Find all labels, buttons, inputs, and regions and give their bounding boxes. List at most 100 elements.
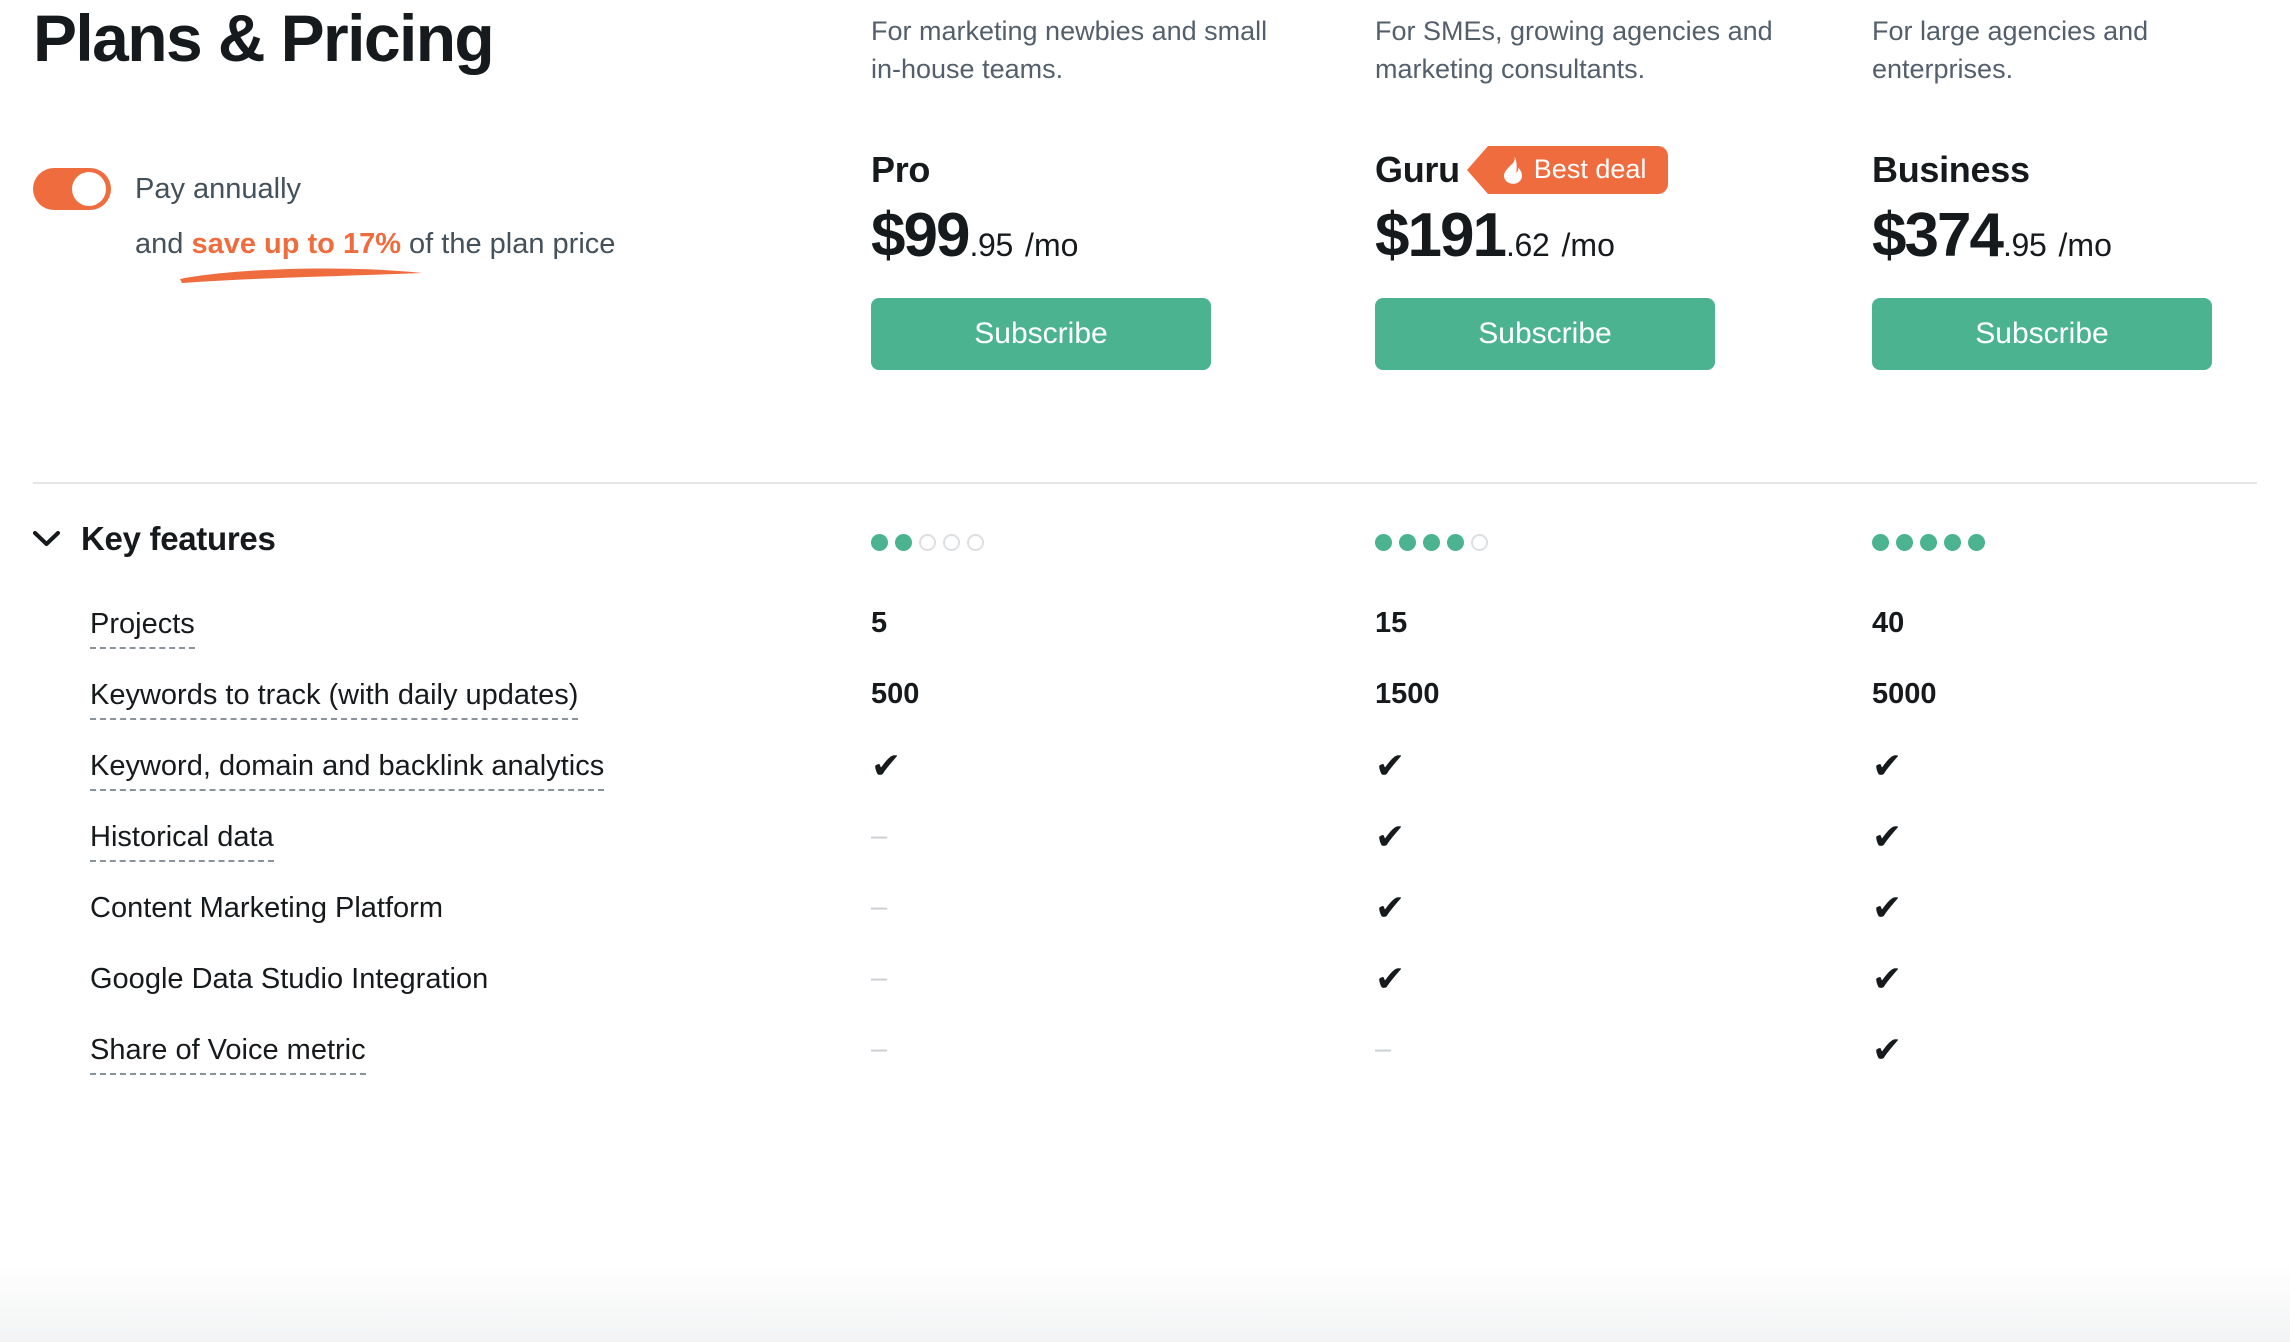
savings-note-prefix: and <box>135 228 192 260</box>
feature-value: 5 <box>871 607 888 639</box>
plan-description: For SMEs, growing agencies and marketing… <box>1375 16 1773 85</box>
plan-name: Pro <box>871 148 931 190</box>
key-features-header: Key features <box>0 500 2290 606</box>
billing-toggle-row: Pay annually <box>33 166 733 212</box>
plan-rating-dots-business <box>1872 534 1985 551</box>
rating-dot-filled <box>1944 534 1961 551</box>
savings-note: and save up to 17% of the plan price <box>135 226 733 283</box>
check-icon: ✔ <box>1872 958 1903 999</box>
feature-label[interactable]: Keyword, domain and backlink analytics <box>90 748 605 792</box>
features-table: Key features Projects 5 15 40 Keywords to tr… <box>0 500 2290 1103</box>
plan-rating-dots-guru <box>1375 534 1488 551</box>
check-icon: ✔ <box>1375 887 1406 928</box>
chevron-down-icon <box>33 530 60 546</box>
rating-dot-filled <box>1447 534 1464 551</box>
rating-dot-empty <box>1471 534 1488 551</box>
dash-icon: – <box>871 891 888 923</box>
key-features-toggle[interactable]: Key features <box>33 520 276 558</box>
best-deal-label: Best deal <box>1533 154 1647 185</box>
check-icon: ✔ <box>871 745 902 786</box>
section-divider <box>33 482 2257 484</box>
plan-name: Business <box>1872 148 2030 190</box>
billing-toggle-block: Pay annually and save up to 17% of the p… <box>33 166 733 283</box>
rating-dot-empty <box>943 534 960 551</box>
check-icon: ✔ <box>1375 816 1406 857</box>
feature-row: Google Data Studio Integration – ✔ ✔ <box>0 961 2290 1032</box>
plan-name-row: Pro <box>871 147 1301 193</box>
feature-row: Content Marketing Platform – ✔ ✔ <box>0 890 2290 961</box>
rating-dot-empty <box>967 534 984 551</box>
pay-annually-label: Pay annually <box>135 172 302 205</box>
swoosh-underline-icon <box>180 268 422 283</box>
feature-value: 1500 <box>1375 678 1440 710</box>
check-icon: ✔ <box>1375 745 1406 786</box>
rating-dot-filled <box>1375 534 1392 551</box>
rating-dot-filled <box>1920 534 1937 551</box>
plan-description: For large agencies and enterprises. <box>1872 16 2149 85</box>
plan-name-row: Business <box>1872 147 2290 193</box>
price-amount: $374 <box>1872 200 2004 270</box>
plan-description: For marketing newbies and small in-house… <box>871 16 1268 85</box>
pricing-header-section: Plans & Pricing Pay annually and save up… <box>0 0 2290 482</box>
rating-dot-empty <box>919 534 936 551</box>
best-deal-badge: Best deal <box>1466 145 1669 194</box>
plan-name-row: Guru Best deal <box>1375 145 1805 194</box>
rating-dot-filled <box>1968 534 1985 551</box>
check-icon: ✔ <box>1872 1029 1903 1070</box>
feature-row: Projects 5 15 40 <box>0 606 2290 677</box>
plan-price: $99 .95 /mo <box>871 200 1301 270</box>
subscribe-button-business[interactable]: Subscribe <box>1872 297 2212 370</box>
check-icon: ✔ <box>1872 887 1903 928</box>
dash-icon: – <box>1375 1033 1392 1065</box>
price-amount: $191 <box>1375 200 1507 270</box>
price-period: /mo <box>1561 226 1615 263</box>
rating-dot-filled <box>1872 534 1889 551</box>
plan-price: $191 .62 /mo <box>1375 200 1805 270</box>
plan-rating-dots-pro <box>871 534 984 551</box>
plan-column-guru: For SMEs, growing agencies and marketing… <box>1375 0 1805 370</box>
plan-column-pro: For marketing newbies and small in-house… <box>871 0 1301 370</box>
feature-value: 5000 <box>1872 678 1937 710</box>
price-period: /mo <box>1025 226 1079 263</box>
check-icon: ✔ <box>1872 745 1903 786</box>
price-amount: $99 <box>871 200 970 270</box>
check-icon: ✔ <box>1872 816 1903 857</box>
savings-percent: save up to 17% <box>191 228 401 260</box>
feature-row: Keyword, domain and backlink analytics ✔ ✔… <box>0 748 2290 819</box>
plan-name: Guru <box>1375 148 1460 190</box>
bottom-fade <box>0 1264 2290 1342</box>
page-title: Plans & Pricing <box>33 1 495 75</box>
toggle-knob <box>72 172 106 206</box>
price-cents: .95 <box>969 226 1014 263</box>
feature-value: 40 <box>1872 607 1905 639</box>
rating-dot-filled <box>895 534 912 551</box>
pricing-page: Plans & Pricing Pay annually and save up… <box>0 0 2290 1342</box>
feature-label[interactable]: Projects <box>90 606 195 650</box>
feature-row: Share of Voice metric – – ✔ <box>0 1032 2290 1103</box>
feature-row: Keywords to track (with daily updates) 50… <box>0 677 2290 748</box>
dash-icon: – <box>871 1033 888 1065</box>
feature-row: Historical data – ✔ ✔ <box>0 819 2290 890</box>
feature-label[interactable]: Share of Voice metric <box>90 1032 366 1076</box>
feature-value: 15 <box>1375 607 1408 639</box>
subscribe-button-guru[interactable]: Subscribe <box>1375 297 1715 370</box>
feature-label[interactable]: Historical data <box>90 819 274 863</box>
dash-icon: – <box>871 820 888 852</box>
pay-annually-toggle[interactable] <box>33 168 111 210</box>
feature-rows: Projects 5 15 40 Keywords to track (with dai… <box>0 606 2290 1103</box>
rating-dot-filled <box>1423 534 1440 551</box>
feature-label: Google Data Studio Integration <box>90 963 489 995</box>
check-icon: ✔ <box>1375 958 1406 999</box>
feature-label: Content Marketing Platform <box>90 892 443 924</box>
flame-icon <box>1503 156 1522 184</box>
feature-label[interactable]: Keywords to track (with daily updates) <box>90 677 579 721</box>
rating-dot-filled <box>1896 534 1913 551</box>
subscribe-button-pro[interactable]: Subscribe <box>871 297 1211 370</box>
savings-note-suffix: of the plan price <box>400 228 616 260</box>
plan-column-business: For large agencies and enterprises. Busi… <box>1872 0 2290 370</box>
dash-icon: – <box>871 962 888 994</box>
price-cents: .95 <box>2002 226 2047 263</box>
price-cents: .62 <box>1505 226 1550 263</box>
section-title: Key features <box>81 520 276 557</box>
price-period: /mo <box>2058 226 2112 263</box>
